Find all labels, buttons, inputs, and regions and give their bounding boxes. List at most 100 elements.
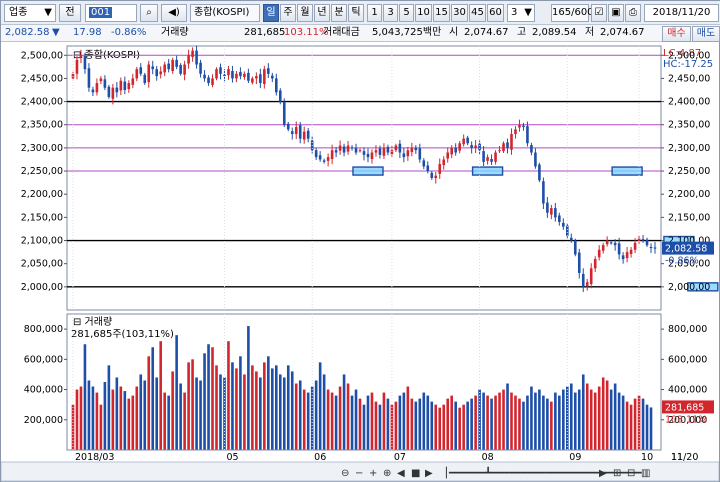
volume-bar [199, 380, 202, 450]
candle-body [554, 208, 557, 218]
volume-bar [227, 341, 230, 450]
volume-bar [342, 374, 346, 450]
price-value: 2,082.58 [5, 27, 50, 38]
volume-bar [290, 371, 294, 450]
period-15-label: 15 [435, 7, 448, 18]
tab-month[interactable]: 월 [297, 4, 313, 22]
tab-year[interactable]: 년 [314, 4, 330, 22]
tab-week[interactable]: 주 [280, 4, 296, 22]
candle-body [573, 240, 577, 255]
ytick-label-right-2350: 2,350,00 [668, 120, 710, 131]
volume-bar [577, 389, 581, 450]
tab-week-label: 주 [283, 7, 293, 18]
candle-body [127, 83, 131, 90]
volume-bar [139, 374, 143, 450]
volume-bar [247, 326, 250, 450]
volume-panel-title: ⊟ 거래량 [73, 316, 112, 328]
volume-bar [187, 362, 190, 450]
period-3[interactable]: 3 [383, 4, 398, 22]
period-select[interactable]: 3 ▼ [507, 4, 535, 22]
change-value: 17.98 [73, 27, 102, 38]
market-select[interactable]: 업종 ▼ [4, 4, 56, 22]
marker-box [352, 166, 384, 176]
candle-body [151, 66, 155, 70]
volume-bar [534, 392, 537, 450]
volume-bar [633, 398, 637, 450]
search-button[interactable]: ⌕ [140, 4, 158, 22]
period-45[interactable]: 45 [469, 4, 486, 22]
save-button[interactable]: ▣ [608, 4, 624, 22]
candle-body [534, 152, 537, 167]
volume-bar [538, 389, 541, 450]
candle-body [271, 75, 274, 79]
candle-body [203, 74, 206, 79]
candle-body [546, 202, 549, 213]
candle-body [613, 242, 617, 246]
sound-button[interactable]: ◀) [161, 4, 187, 22]
volume-bar [350, 395, 354, 450]
sell-button[interactable]: 매도 [692, 26, 720, 42]
period-10[interactable]: 10 [415, 4, 432, 22]
candle-body [653, 247, 657, 249]
candle-body [482, 151, 485, 162]
candle-body [462, 138, 465, 145]
candle-body [510, 134, 513, 150]
candle-body [139, 67, 143, 74]
period-1-label: 1 [371, 7, 378, 18]
prev-button[interactable]: 전 [59, 4, 81, 22]
candle-body [115, 87, 119, 93]
buy-button[interactable]: 매수 [662, 26, 691, 42]
scroll-control: ▥ [641, 468, 650, 479]
volume-bar [530, 386, 533, 450]
ytick-label-right-2000: 2,000,00 [668, 282, 710, 293]
vtick-label-left-200000: 200,000 [24, 415, 63, 426]
candle-body [306, 130, 310, 139]
candle-body [75, 59, 79, 74]
open-label: 시 [449, 27, 459, 38]
scroll-bar[interactable]: ⊖ − + ⊕ ◀ ■ ▶ ▕ ━━━━━━┻━━━━━━━━━━━━━━━━━━━━━━━━━… [1, 461, 719, 482]
volume-bar [171, 371, 174, 450]
print-icon: ⎙ [629, 7, 637, 18]
volume-bar [203, 353, 206, 450]
candle-body [506, 142, 509, 148]
candle-body [466, 137, 469, 144]
volume-bar [398, 395, 402, 450]
volume-bar [558, 395, 561, 450]
candle-body [486, 157, 489, 161]
ytick-label-left-2000: 2,000,00 [21, 282, 63, 293]
candle-body [558, 215, 561, 222]
candle-body [123, 81, 127, 90]
period-15[interactable]: 15 [433, 4, 450, 22]
marker-box [611, 166, 643, 176]
tab-day[interactable]: 일 [263, 4, 279, 22]
period-30[interactable]: 30 [451, 4, 468, 22]
ytick-label-right-2150: 2,150,00 [668, 212, 710, 223]
volume-bar [115, 377, 119, 450]
candle-body [362, 151, 366, 155]
volume-bar [498, 392, 501, 450]
tab-minute[interactable]: 분 [331, 4, 347, 22]
ytick-label-right-2450: 2,450,00 [668, 73, 710, 84]
date-input[interactable]: 2018/11/20 [644, 4, 719, 22]
candle-body [649, 247, 653, 249]
volume-bar [621, 395, 625, 450]
code-input[interactable]: 001 [85, 4, 137, 22]
period-1[interactable]: 1 [367, 4, 382, 22]
toggle-button[interactable]: ☑ [591, 4, 607, 22]
candle-body [171, 59, 174, 72]
candle-body [470, 145, 473, 148]
period-5[interactable]: 5 [399, 4, 414, 22]
candle-body [530, 145, 533, 153]
volume-bar [231, 362, 234, 450]
volume-bar [414, 401, 418, 450]
volume-bar [282, 377, 286, 450]
volume-bar [143, 380, 147, 450]
print-button[interactable]: ⎙ [625, 4, 641, 22]
tab-tick[interactable]: 틱 [348, 4, 364, 22]
volume-bar [135, 386, 139, 450]
volume-bar [263, 362, 266, 450]
volume-bar [645, 404, 649, 450]
volume-bar [302, 389, 306, 450]
volume-bar [151, 347, 155, 450]
period-60[interactable]: 60 [487, 4, 504, 22]
